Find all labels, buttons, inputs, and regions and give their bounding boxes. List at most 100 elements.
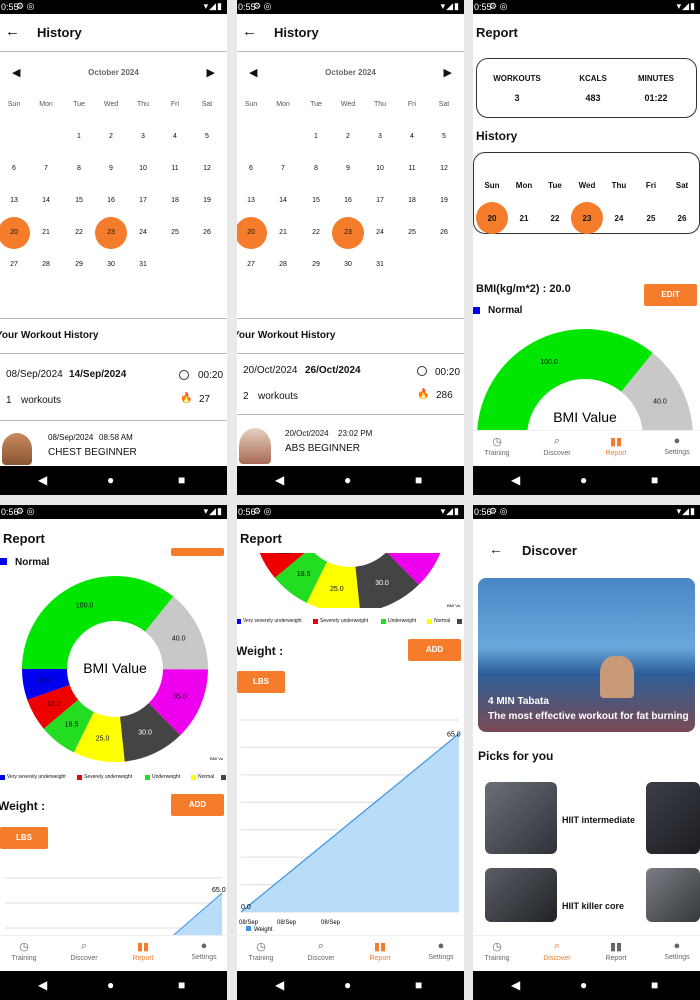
- calendar-day[interactable]: 5: [432, 133, 456, 140]
- calendar-day[interactable]: 28: [271, 261, 295, 268]
- nav-recents-icon[interactable]: ■: [415, 978, 422, 992]
- nav-recents-icon[interactable]: ■: [178, 978, 185, 992]
- calendar-day[interactable]: 23: [99, 229, 123, 236]
- calendar-day[interactable]: 26: [432, 229, 456, 236]
- pick-image-hiit-intermediate[interactable]: [485, 782, 557, 854]
- nav-recents-icon[interactable]: ■: [178, 473, 185, 487]
- pick-image-hiit-killer-core[interactable]: [485, 868, 557, 922]
- calendar-day[interactable]: 21: [271, 229, 295, 236]
- entry-name[interactable]: ABS BEGINNER: [285, 443, 360, 454]
- edit-button[interactable]: EDIT: [644, 284, 697, 306]
- calendar-day[interactable]: 11: [163, 165, 187, 172]
- week-day-date[interactable]: 23: [575, 214, 599, 223]
- calendar-day[interactable]: 3: [368, 133, 392, 140]
- calendar-day[interactable]: 14: [271, 197, 295, 204]
- nav-home-icon[interactable]: ●: [580, 978, 587, 992]
- calendar-day[interactable]: 29: [67, 261, 91, 268]
- nav-home-icon[interactable]: ●: [344, 473, 351, 487]
- calendar-day[interactable]: 26: [195, 229, 219, 236]
- calendar-day[interactable]: 11: [400, 165, 424, 172]
- calendar-day[interactable]: 19: [195, 197, 219, 204]
- calendar-day[interactable]: 3: [131, 133, 155, 140]
- add-button[interactable]: ADD: [408, 639, 461, 661]
- calendar-day[interactable]: 18: [163, 197, 187, 204]
- nav-recents-icon[interactable]: ■: [415, 473, 422, 487]
- back-arrow-icon[interactable]: ←: [242, 23, 257, 40]
- calendar-day[interactable]: 22: [304, 229, 328, 236]
- calendar-day[interactable]: 21: [34, 229, 58, 236]
- nav-back-icon[interactable]: ◀: [511, 978, 520, 992]
- nav-report[interactable]: ▮▮ Report: [592, 435, 640, 457]
- calendar-day[interactable]: 6: [239, 165, 263, 172]
- calendar-day[interactable]: 24: [131, 229, 155, 236]
- nav-home-icon[interactable]: ●: [107, 473, 114, 487]
- calendar-day[interactable]: 17: [131, 197, 155, 204]
- calendar-day[interactable]: 16: [336, 197, 360, 204]
- nav-report[interactable]: ▮▮ Report: [592, 940, 640, 962]
- calendar-day[interactable]: 8: [304, 165, 328, 172]
- back-arrow-icon[interactable]: ←: [5, 23, 20, 40]
- nav-recents-icon[interactable]: ■: [651, 978, 658, 992]
- calendar-day[interactable]: 20: [2, 229, 26, 236]
- calendar-day[interactable]: 25: [400, 229, 424, 236]
- nav-home-icon[interactable]: ●: [107, 978, 114, 992]
- calendar-day[interactable]: 22: [67, 229, 91, 236]
- calendar-day[interactable]: 12: [432, 165, 456, 172]
- calendar-day[interactable]: 16: [99, 197, 123, 204]
- nav-discover[interactable]: ⌕ Discover: [533, 940, 581, 962]
- calendar-day[interactable]: 1: [67, 133, 91, 140]
- nav-back-icon[interactable]: ◀: [38, 978, 47, 992]
- calendar-day[interactable]: 15: [304, 197, 328, 204]
- nav-back-icon[interactable]: ◀: [38, 473, 47, 487]
- nav-settings[interactable]: ● Settings: [417, 940, 464, 961]
- calendar-day[interactable]: 12: [195, 165, 219, 172]
- next-month-icon[interactable]: ▶: [444, 66, 452, 79]
- calendar-day[interactable]: 17: [368, 197, 392, 204]
- calendar-day[interactable]: 31: [368, 261, 392, 268]
- week-day-date[interactable]: 26: [670, 214, 694, 223]
- nav-back-icon[interactable]: ◀: [275, 978, 284, 992]
- calendar-day[interactable]: 20: [239, 229, 263, 236]
- calendar-day[interactable]: 19: [432, 197, 456, 204]
- featured-banner[interactable]: 4 MIN Tabata The most effective workout …: [478, 578, 695, 732]
- calendar-day[interactable]: 8: [67, 165, 91, 172]
- entry-name[interactable]: CHEST BEGINNER: [48, 447, 137, 458]
- calendar-day[interactable]: 18: [400, 197, 424, 204]
- calendar-day[interactable]: 2: [336, 133, 360, 140]
- nav-training[interactable]: ◷ Training: [0, 940, 48, 962]
- nav-home-icon[interactable]: ●: [344, 978, 351, 992]
- pick-image-side[interactable]: [646, 868, 700, 922]
- calendar-day[interactable]: 31: [131, 261, 155, 268]
- week-day-date[interactable]: 24: [607, 214, 631, 223]
- calendar-day[interactable]: 9: [99, 165, 123, 172]
- calendar-day[interactable]: 9: [336, 165, 360, 172]
- calendar-day[interactable]: 15: [67, 197, 91, 204]
- lbs-button[interactable]: LBS: [0, 827, 48, 849]
- nav-report[interactable]: ▮▮ Report: [356, 940, 404, 962]
- calendar-day[interactable]: 29: [304, 261, 328, 268]
- back-arrow-icon[interactable]: ←: [489, 541, 503, 557]
- nav-report[interactable]: ▮▮ Report: [119, 940, 167, 962]
- calendar-day[interactable]: 27: [2, 261, 26, 268]
- nav-settings[interactable]: ● Settings: [653, 940, 700, 961]
- nav-discover[interactable]: ⌕ Discover: [60, 940, 108, 962]
- nav-training[interactable]: ◷ Training: [473, 435, 521, 457]
- calendar-day[interactable]: 4: [400, 133, 424, 140]
- calendar-day[interactable]: 28: [34, 261, 58, 268]
- pick-image-side[interactable]: [646, 782, 700, 854]
- calendar-day[interactable]: 7: [34, 165, 58, 172]
- calendar-day[interactable]: 25: [163, 229, 187, 236]
- calendar-day[interactable]: 13: [2, 197, 26, 204]
- calendar-day[interactable]: 27: [239, 261, 263, 268]
- calendar-day[interactable]: 23: [336, 229, 360, 236]
- nav-back-icon[interactable]: ◀: [275, 473, 284, 487]
- edit-button-partial[interactable]: [171, 548, 224, 556]
- calendar-day[interactable]: 30: [336, 261, 360, 268]
- week-day-date[interactable]: 21: [512, 214, 536, 223]
- calendar-day[interactable]: 1: [304, 133, 328, 140]
- week-day-date[interactable]: 20: [480, 214, 504, 223]
- next-month-icon[interactable]: ▶: [207, 66, 215, 79]
- nav-recents-icon[interactable]: ■: [651, 473, 658, 487]
- nav-back-icon[interactable]: ◀: [511, 473, 520, 487]
- calendar-day[interactable]: 24: [368, 229, 392, 236]
